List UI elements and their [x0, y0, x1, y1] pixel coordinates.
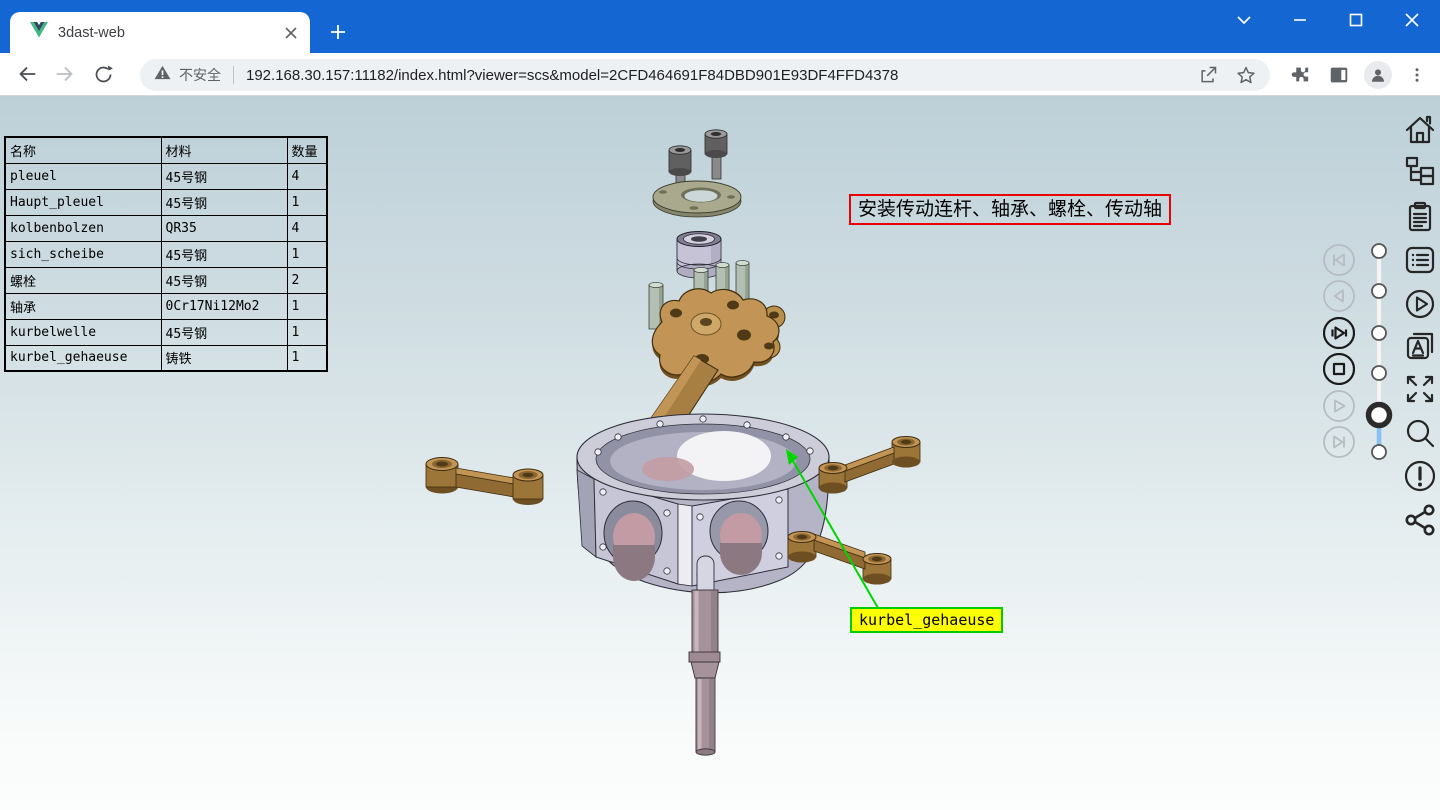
table-row: kolbenbolzenQR354	[5, 215, 327, 241]
window-maximize-button[interactable]	[1328, 0, 1384, 40]
slider-step-dot	[1372, 326, 1386, 340]
bom-table: 名称 材料 数量 pleuel45号钢4 Haupt_pleuel45号钢1 k…	[4, 136, 328, 372]
skip-to-end-button[interactable]	[1323, 426, 1355, 458]
slider-step-dot	[1372, 244, 1386, 258]
conrod-left-part	[426, 458, 543, 506]
play-animation-icon[interactable]	[1402, 286, 1438, 322]
browser-window: 3dast-web	[0, 0, 1440, 810]
table-row: sich_scheibe45号钢1	[5, 241, 327, 267]
new-tab-button[interactable]	[325, 19, 351, 45]
tab-title: 3dast-web	[58, 25, 282, 41]
omnibox-divider	[233, 66, 234, 84]
reload-button[interactable]	[84, 55, 122, 93]
browser-toolbar: 不安全 192.168.30.157:11182/index.html?view…	[0, 53, 1440, 96]
back-button[interactable]	[8, 55, 46, 93]
conrod-upper-right-part	[819, 437, 920, 494]
extensions-puzzle-icon[interactable]	[1284, 60, 1314, 90]
assembly-tree-icon[interactable]	[1402, 154, 1438, 190]
table-row: pleuel45号钢4	[5, 163, 327, 189]
profile-avatar[interactable]	[1364, 61, 1392, 89]
table-row: Haupt_pleuel45号钢1	[5, 189, 327, 215]
fit-view-icon[interactable]	[1402, 371, 1438, 407]
table-row: 螺栓45号钢2	[5, 267, 327, 293]
bookmark-star-icon[interactable]	[1236, 65, 1256, 85]
table-row: kurbel_gehaeuse铸铁1	[5, 345, 327, 371]
url-text[interactable]: 192.168.30.157:11182/index.html?viewer=s…	[246, 67, 1180, 84]
bom-header-name: 名称	[5, 137, 161, 163]
forward-button[interactable]	[46, 55, 84, 93]
tab-search-chevron-icon[interactable]	[1216, 0, 1272, 40]
table-row: 轴承0Cr17Ni12Mo21	[5, 293, 327, 319]
play-button[interactable]	[1323, 390, 1355, 422]
bom-header-material: 材料	[161, 137, 287, 163]
viewer-canvas[interactable]: 名称 材料 数量 pleuel45号钢4 Haupt_pleuel45号钢1 k…	[0, 96, 1440, 810]
crankcase-housing-part	[577, 414, 829, 598]
slider-step-dot	[1372, 366, 1386, 380]
window-titlebar: 3dast-web	[0, 0, 1440, 53]
slider-step-dot	[1372, 445, 1386, 459]
not-secure-warning-icon	[154, 65, 171, 85]
annotation-toggle-icon[interactable]	[1402, 328, 1438, 364]
part-label: kurbel_gehaeuse	[850, 607, 1003, 633]
steps-list-icon[interactable]	[1402, 242, 1438, 278]
address-bar[interactable]: 不安全 192.168.30.157:11182/index.html?view…	[140, 59, 1270, 91]
washer-part	[653, 181, 741, 217]
main-conrod-spider-part	[652, 289, 785, 386]
info-alert-icon[interactable]	[1402, 458, 1438, 494]
step-annotation: 安装传动连杆、轴承、螺栓、传动轴	[849, 194, 1171, 225]
tab-close-icon[interactable]	[282, 24, 300, 42]
skip-to-start-button[interactable]	[1323, 244, 1355, 276]
slider-step-dot	[1372, 284, 1386, 298]
toolbar-right-icons	[1284, 59, 1432, 91]
browser-tab[interactable]: 3dast-web	[10, 12, 310, 53]
step-play-button[interactable]	[1323, 317, 1355, 349]
security-label: 不安全	[179, 65, 221, 85]
browser-menu-icon[interactable]	[1402, 60, 1432, 90]
step-slider[interactable]	[1364, 236, 1394, 466]
stop-button[interactable]	[1323, 353, 1355, 385]
zoom-search-icon[interactable]	[1402, 416, 1438, 452]
window-controls	[1216, 0, 1440, 40]
step-back-button[interactable]	[1323, 280, 1355, 312]
vue-favicon-icon	[30, 22, 48, 43]
window-close-button[interactable]	[1384, 0, 1440, 40]
bom-header-qty: 数量	[287, 137, 327, 163]
table-row: kurbelwelle45号钢1	[5, 319, 327, 345]
slider-handle	[1369, 405, 1390, 426]
window-minimize-button[interactable]	[1272, 0, 1328, 40]
home-icon[interactable]	[1402, 112, 1438, 148]
share-page-icon[interactable]	[1198, 65, 1218, 85]
side-panel-icon[interactable]	[1324, 60, 1354, 90]
crankshaft-part	[689, 590, 720, 755]
bom-header-row: 名称 材料 数量	[5, 137, 327, 163]
share-model-icon[interactable]	[1402, 502, 1438, 538]
bom-clipboard-icon[interactable]	[1402, 199, 1438, 235]
